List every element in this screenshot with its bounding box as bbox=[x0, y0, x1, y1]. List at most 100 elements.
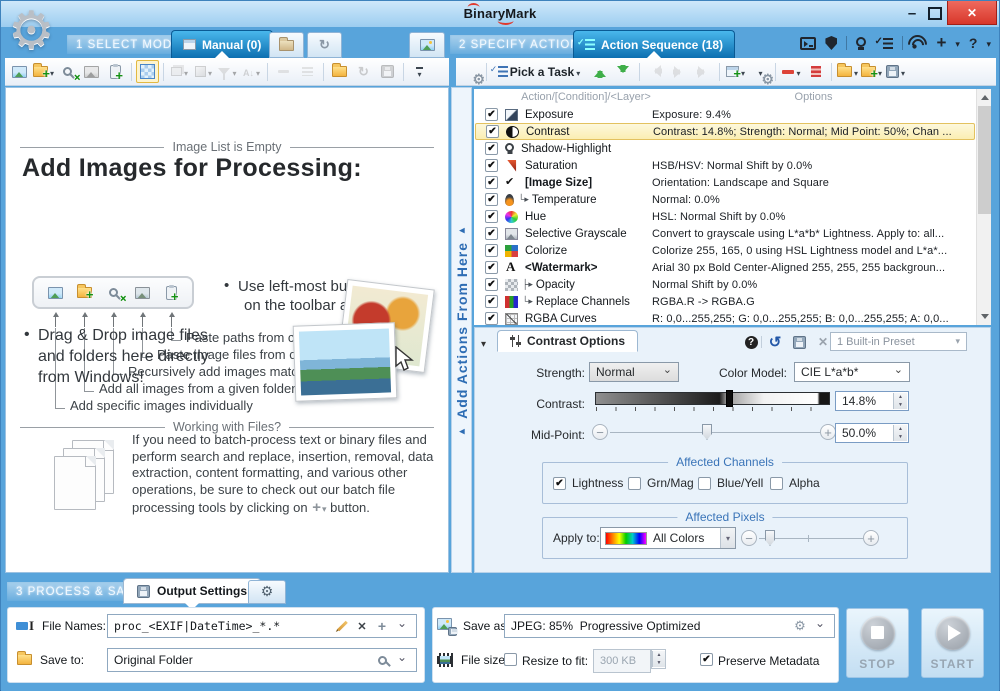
minus-circle-icon[interactable]: − bbox=[592, 424, 608, 440]
tab-action-sequence[interactable]: Action Sequence (18) bbox=[573, 30, 735, 58]
contrast-gradient-slider[interactable] bbox=[595, 392, 830, 405]
preview-3d-button[interactable] bbox=[192, 60, 215, 83]
midpoint-slider-track[interactable] bbox=[610, 432, 820, 433]
action-row-temperature[interactable]: └▸TemperatureNormal: 0.0% bbox=[475, 191, 975, 208]
checklist-icon[interactable] bbox=[883, 38, 893, 49]
midpoint-value-spinner[interactable]: 50.0% bbox=[835, 423, 909, 443]
action-checkbox[interactable] bbox=[485, 108, 498, 121]
checkbox-icon[interactable] bbox=[628, 477, 641, 490]
action-row-hue[interactable]: HueHSL: Normal Shift by 0.0% bbox=[475, 208, 975, 225]
image-stack-button[interactable] bbox=[168, 60, 191, 83]
save-list-button[interactable] bbox=[376, 60, 399, 83]
image-list-panel[interactable]: Image List is Empty Add Images for Proce… bbox=[5, 87, 449, 573]
channel-lightness[interactable]: Lightness bbox=[553, 476, 623, 490]
file-names-input[interactable]: proc_<EXIF|DateTime>_*.* bbox=[107, 614, 417, 638]
list-scrollbar[interactable] bbox=[976, 89, 991, 325]
tolerance-slider-handle[interactable] bbox=[765, 530, 775, 546]
add-condition-button[interactable] bbox=[724, 60, 747, 83]
format-settings-icon[interactable] bbox=[792, 618, 808, 634]
save-preset-icon[interactable] bbox=[791, 335, 807, 349]
add-actions-strip[interactable]: ▸ Add Actions From Here ▸ bbox=[451, 87, 472, 573]
minus-circle-icon[interactable]: − bbox=[741, 530, 757, 546]
channel-grn-mag[interactable]: Grn/Mag bbox=[628, 476, 694, 490]
contrast-slider-handle[interactable] bbox=[726, 390, 733, 407]
tab-advanced-settings[interactable] bbox=[248, 580, 286, 604]
open-list-button[interactable] bbox=[328, 60, 351, 83]
minimize-button[interactable] bbox=[901, 2, 923, 24]
save-to-input[interactable]: Original Folder bbox=[107, 648, 417, 672]
refresh-button[interactable] bbox=[352, 60, 375, 83]
channel-alpha[interactable]: Alpha bbox=[770, 476, 820, 490]
action-checkbox[interactable] bbox=[485, 244, 498, 257]
chevron-down-icon[interactable] bbox=[394, 652, 410, 668]
paste-images-button[interactable] bbox=[80, 60, 103, 83]
action-checkbox[interactable] bbox=[485, 261, 498, 274]
size-spinner[interactable] bbox=[651, 649, 666, 669]
action-row-replace-channels[interactable]: └▸Replace ChannelsRGBA.R -> RGBA.G bbox=[475, 293, 975, 310]
clear-icon[interactable] bbox=[354, 618, 370, 634]
add-images-button[interactable] bbox=[8, 60, 31, 83]
scroll-thumb[interactable] bbox=[978, 106, 991, 214]
paste-paths-button[interactable] bbox=[104, 60, 127, 83]
spinner-arrows-icon[interactable] bbox=[893, 393, 907, 409]
stop-button[interactable]: STOP bbox=[846, 608, 909, 678]
plus-circle-icon[interactable]: + bbox=[820, 424, 836, 440]
tab-folder-watch[interactable] bbox=[269, 32, 304, 58]
list-view-button[interactable] bbox=[296, 60, 319, 83]
action-checkbox[interactable] bbox=[485, 159, 498, 172]
browse-search-icon[interactable] bbox=[374, 652, 390, 668]
chevron-down-icon[interactable] bbox=[394, 618, 410, 634]
action-checkbox[interactable] bbox=[485, 193, 498, 206]
remove-action-button[interactable] bbox=[780, 60, 803, 83]
checkbox-icon[interactable] bbox=[770, 477, 783, 490]
open-sequence-button[interactable] bbox=[836, 60, 859, 83]
save-sequence-button[interactable] bbox=[884, 60, 907, 83]
action-row-saturation[interactable]: SaturationHSB/HSV: Normal Shift by 0.0% bbox=[475, 157, 975, 174]
action-row-contrast[interactable]: ContrastContrast: 14.8%; Strength: Norma… bbox=[475, 123, 975, 140]
add-action-button[interactable] bbox=[459, 60, 482, 83]
undo-button[interactable] bbox=[644, 60, 667, 83]
add-action-group-button[interactable] bbox=[748, 60, 771, 83]
tab-scheduler[interactable] bbox=[307, 32, 342, 58]
action-row-selective-grayscale[interactable]: Selective GrayscaleConvert to grayscale … bbox=[475, 225, 975, 242]
action-checkbox[interactable] bbox=[485, 176, 498, 189]
action-row-watermark[interactable]: <Watermark>Arial 30 px Bold Center-Align… bbox=[475, 259, 975, 276]
action-checkbox[interactable] bbox=[485, 295, 498, 308]
reset-icon[interactable] bbox=[767, 335, 783, 349]
save-as-input[interactable]: JPEG: 85% Progressive Optimized bbox=[504, 614, 835, 638]
tab-manual[interactable]: Manual (0) bbox=[171, 30, 273, 58]
midpoint-slider-handle[interactable] bbox=[702, 424, 712, 440]
strength-dropdown[interactable]: Normal bbox=[589, 362, 679, 382]
show-image-panel-button[interactable] bbox=[409, 32, 445, 58]
move-down-button[interactable] bbox=[612, 60, 635, 83]
apply-to-dropdown[interactable]: All Colors bbox=[600, 527, 736, 549]
filter-button[interactable] bbox=[216, 60, 239, 83]
close-button[interactable] bbox=[947, 1, 997, 25]
add-token-icon[interactable] bbox=[374, 618, 390, 634]
thumbnail-view-button[interactable] bbox=[136, 60, 159, 83]
pick-task-button[interactable]: Pick a Task bbox=[491, 60, 587, 83]
chevron-down-icon[interactable] bbox=[986, 34, 991, 52]
action-row-colorize[interactable]: ColorizeColorize 255, 165, 0 using HSL L… bbox=[475, 242, 975, 259]
scroll-up-icon[interactable] bbox=[977, 90, 991, 105]
action-checkbox[interactable] bbox=[486, 125, 499, 138]
clear-list-button[interactable] bbox=[804, 60, 827, 83]
resize-size-input[interactable]: 300 KB bbox=[593, 649, 651, 673]
action-row-opacity[interactable]: ├▸OpacityNormal Shift by 0.0% bbox=[475, 276, 975, 293]
preserve-metadata-checkbox[interactable] bbox=[700, 653, 713, 666]
scroll-down-icon[interactable] bbox=[977, 309, 991, 324]
action-checkbox[interactable] bbox=[485, 278, 498, 291]
add-folder-button[interactable] bbox=[32, 60, 55, 83]
maximize-button[interactable] bbox=[924, 2, 946, 24]
toolbar-overflow-button[interactable] bbox=[408, 60, 431, 83]
chevron-down-icon[interactable] bbox=[812, 618, 828, 634]
start-button[interactable]: START bbox=[921, 608, 984, 678]
remove-button[interactable] bbox=[272, 60, 295, 83]
shield-icon[interactable] bbox=[825, 36, 837, 50]
action-checkbox[interactable] bbox=[485, 142, 498, 155]
tab-output-settings[interactable]: Output Settings bbox=[123, 578, 261, 604]
console-icon[interactable] bbox=[800, 37, 816, 50]
sort-button[interactable] bbox=[240, 60, 263, 83]
chevron-down-icon[interactable] bbox=[720, 528, 735, 548]
action-checkbox[interactable] bbox=[485, 312, 498, 325]
